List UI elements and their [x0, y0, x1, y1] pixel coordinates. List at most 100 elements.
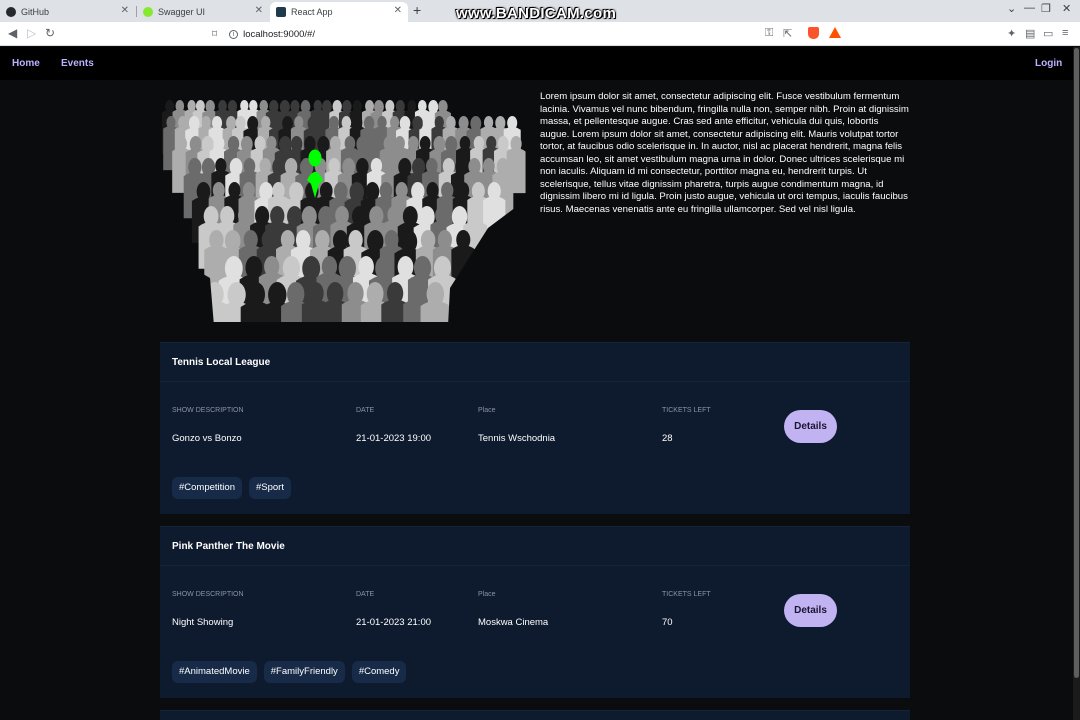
crowd-figure-head: [394, 136, 405, 151]
tag-chip[interactable]: #FamilyFriendly: [263, 661, 345, 683]
crowd-figure-head: [434, 116, 444, 129]
crowd-figure-head: [272, 182, 285, 200]
reading-list-icon[interactable]: ▤: [1025, 27, 1035, 40]
crowd-figure-head: [497, 136, 509, 152]
crowd-figure-head: [227, 282, 246, 308]
crowd-figure-head: [437, 230, 452, 250]
crowd-figure-head: [226, 116, 237, 130]
crowd-figure-head: [269, 100, 279, 114]
crowd-figure-head: [395, 182, 408, 199]
tag-chip[interactable]: #Sport: [248, 477, 291, 499]
crowd-figure-head: [332, 100, 342, 113]
date-value: 21-01-2023 19:00: [356, 433, 432, 444]
close-icon[interactable]: ✕: [255, 5, 263, 16]
tab-react-app[interactable]: React App ✕: [270, 2, 408, 22]
card-divider: [160, 565, 910, 566]
close-icon[interactable]: ✕: [121, 5, 129, 16]
back-icon[interactable]: ◀: [8, 26, 17, 40]
crowd-figure-head: [358, 256, 374, 278]
close-window-button[interactable]: ✕: [1062, 2, 1071, 15]
crowd-figure-head: [507, 116, 518, 130]
tag-list: #Competition #Sport: [172, 477, 291, 499]
url-text[interactable]: localhost:9000/#/: [243, 29, 315, 40]
crowd-figure-head: [315, 230, 330, 251]
crowd-figure-head: [417, 100, 427, 113]
forward-icon[interactable]: ▷: [27, 26, 36, 40]
wallet-icon[interactable]: ▭: [1043, 27, 1053, 40]
github-icon: [6, 7, 16, 17]
crowd-figure-head: [495, 116, 506, 131]
chevron-down-icon[interactable]: ⌄: [1007, 2, 1016, 15]
crowd-figure-head: [458, 116, 469, 130]
crowd-figure-head: [363, 116, 375, 131]
crowd-figure-head: [352, 100, 362, 113]
crowd-figure-head: [468, 158, 481, 175]
highlighted-person-head: [308, 149, 322, 167]
restore-button[interactable]: ❐: [1041, 2, 1051, 15]
crowd-figure-head: [196, 182, 211, 201]
key-icon[interactable]: ⚿: [765, 27, 773, 40]
react-icon: [276, 7, 286, 17]
crowd-figure-head: [408, 136, 419, 151]
bookmark-icon[interactable]: ⌑: [212, 29, 217, 40]
crowd-figure-head: [459, 136, 471, 151]
crowd-figure-head: [287, 282, 305, 306]
crowd-figure-head: [426, 182, 439, 199]
crowd-figure-head: [402, 206, 418, 227]
crowd-figure-head: [317, 116, 328, 131]
new-tab-button[interactable]: +: [413, 2, 421, 18]
crowd-figure-head: [456, 182, 470, 199]
recorder-watermark: www.BANDICAM.com: [456, 5, 617, 22]
crowd-figure-head: [215, 158, 227, 174]
crowd-figure-head: [356, 158, 369, 176]
crowd-figure-head: [471, 182, 485, 201]
crowd-figure-head: [228, 182, 241, 199]
address-bar[interactable]: ⌑ i localhost:9000/#/: [212, 25, 842, 43]
details-button[interactable]: Details: [784, 410, 837, 443]
tag-chip[interactable]: #Comedy: [351, 661, 407, 683]
crowd-figure-head: [400, 230, 418, 254]
crowd-figure-head: [284, 158, 298, 176]
crowd-illustration: [158, 100, 528, 326]
crowd-figure-head: [294, 116, 304, 129]
menu-icon[interactable]: ≡: [1062, 27, 1068, 39]
crowd-figure-head: [290, 100, 300, 113]
event-title: Tennis Local League: [172, 357, 271, 368]
crowd-figure-head: [335, 206, 349, 225]
crowd-figure-head: [387, 206, 401, 224]
extensions-icon[interactable]: ✦: [1007, 27, 1016, 40]
brave-rewards-icon[interactable]: [829, 27, 841, 38]
crowd-figure-head: [261, 230, 276, 250]
nav-events-link[interactable]: Events: [61, 58, 94, 69]
app-navbar: Home Events Login: [0, 47, 1080, 80]
reload-icon[interactable]: ↻: [45, 26, 55, 40]
browser-toolbar: ◀ ▷ ↻ ⌑ i localhost:9000/#/ ⚿ ⇱ ✦ ▤ ▭ ≡: [0, 22, 1080, 46]
crowd-figure-head: [295, 230, 311, 251]
tag-chip[interactable]: #Competition: [172, 477, 242, 499]
tag-chip[interactable]: #AnimatedMovie: [172, 661, 257, 683]
tab-swagger[interactable]: Swagger UI ✕: [137, 2, 269, 22]
crowd-figure-head: [446, 116, 456, 130]
crowd-figure-head: [397, 256, 414, 278]
crowd-figure-head: [304, 136, 316, 152]
crowd-figure-head: [395, 100, 405, 113]
crowd-figure-head: [319, 182, 333, 200]
crowd-figure-head: [356, 136, 369, 153]
minimize-button[interactable]: —: [1024, 2, 1035, 14]
brave-shields-icon[interactable]: [808, 27, 819, 39]
crowd-figure-head: [370, 158, 383, 174]
crowd-figure-head: [399, 116, 411, 131]
nav-home-link[interactable]: Home: [12, 58, 40, 69]
close-icon[interactable]: ✕: [394, 5, 402, 16]
site-info-icon[interactable]: i: [229, 29, 239, 39]
nav-login-link[interactable]: Login: [1035, 58, 1062, 69]
details-button[interactable]: Details: [784, 594, 837, 627]
crowd-figure-head: [224, 256, 243, 281]
share-icon[interactable]: ⇱: [783, 27, 792, 40]
crowd-figure-head: [266, 136, 277, 151]
place-label: Place: [478, 591, 496, 598]
scrollbar-thumb[interactable]: [1074, 48, 1079, 678]
crowd-figure-head: [240, 100, 249, 112]
tab-github[interactable]: GitHub ✕: [0, 2, 135, 22]
crowd-figure-head: [456, 230, 471, 250]
